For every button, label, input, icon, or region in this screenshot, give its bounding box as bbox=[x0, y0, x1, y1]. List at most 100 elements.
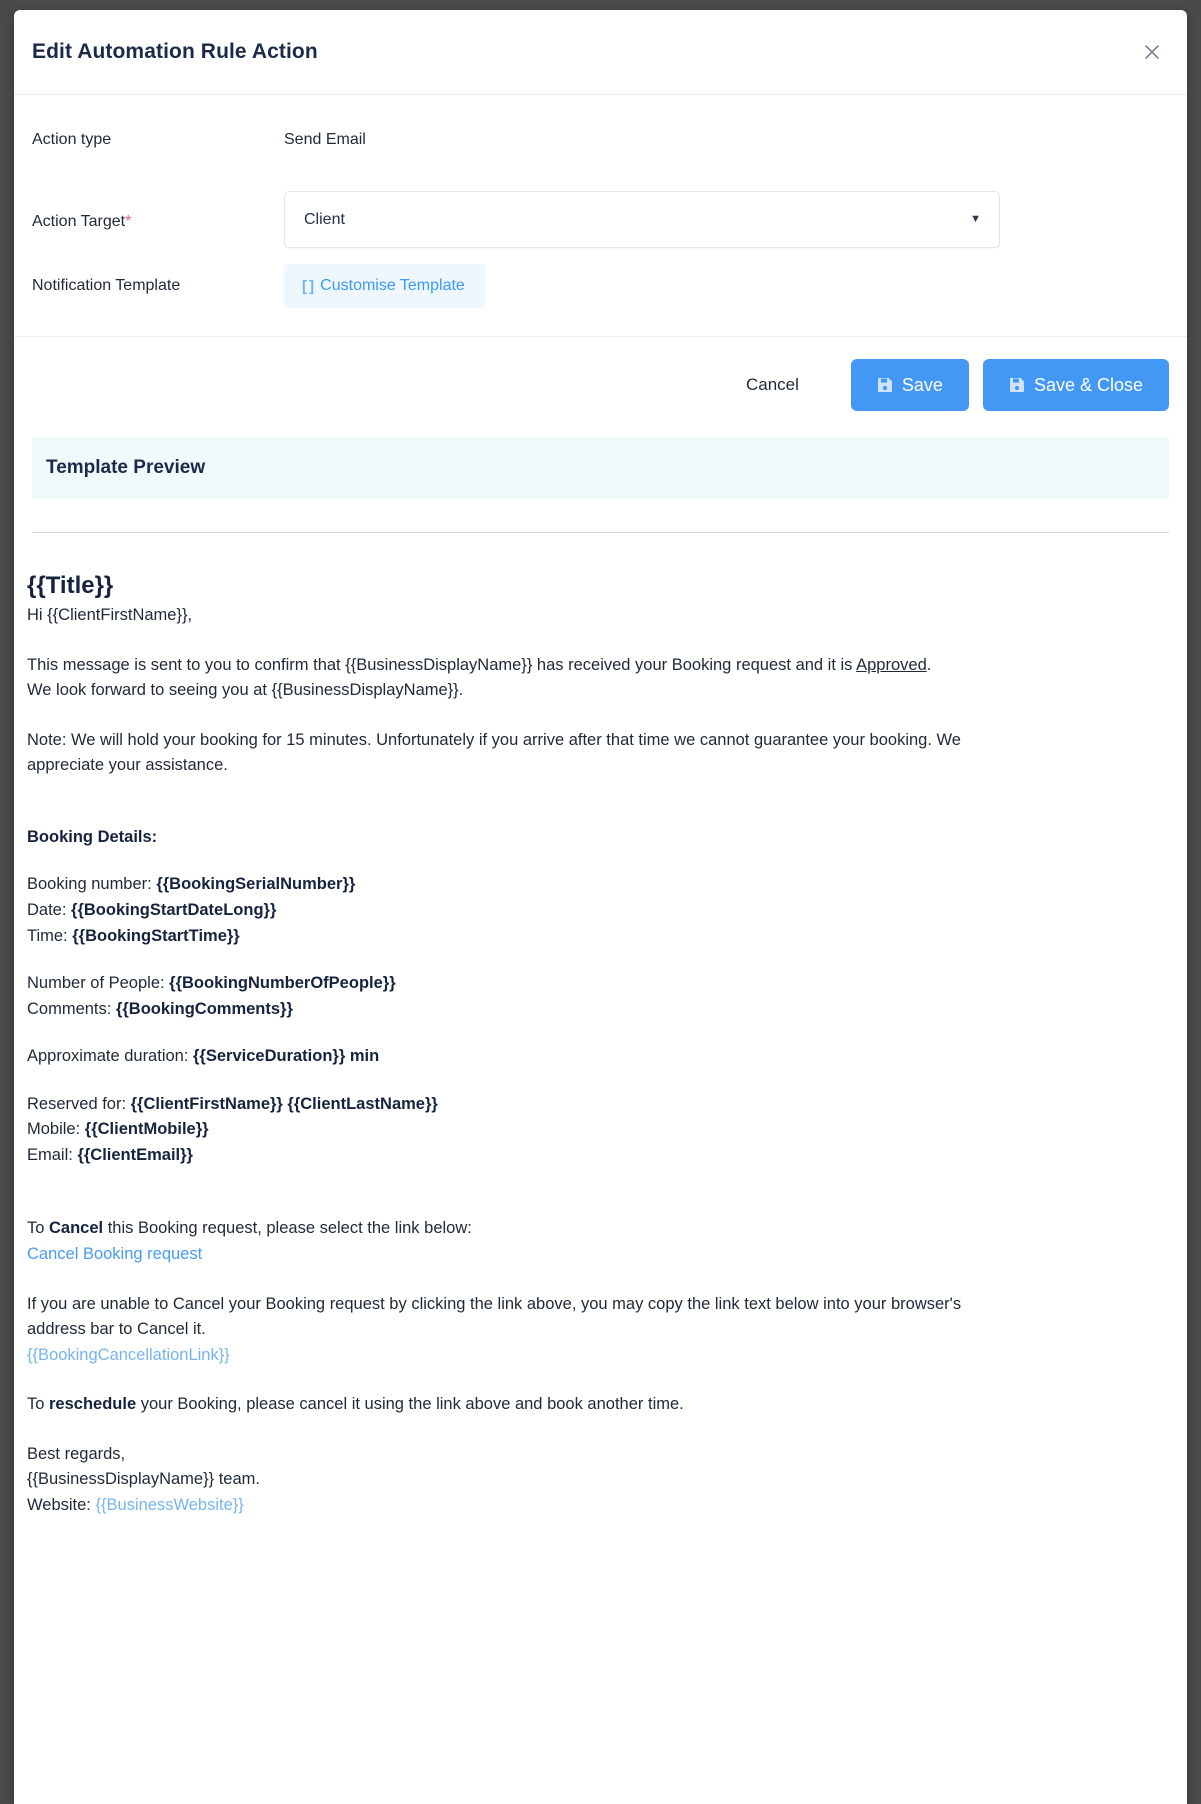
detail-label: Booking number: bbox=[27, 875, 157, 894]
detail-line: Comments: {{BookingComments}} bbox=[27, 997, 1169, 1023]
cancel-instruction-pre: To bbox=[27, 1219, 50, 1238]
save-button-label: Save bbox=[901, 374, 943, 395]
detail-line: Mobile: {{ClientMobile}} bbox=[27, 1117, 1169, 1143]
detail-value: {{BookingSerialNumber}} bbox=[156, 875, 356, 894]
modal-header: Edit Automation Rule Action bbox=[14, 10, 1187, 95]
email-intro-line2: We look forward to seeing you at {{Busin… bbox=[27, 681, 464, 700]
save-disk-icon bbox=[1009, 377, 1025, 393]
detail-label: Time: bbox=[27, 926, 73, 945]
action-type-value: Send Email bbox=[284, 131, 366, 148]
detail-line-duration: Approximate duration: {{ServiceDuration}… bbox=[27, 1044, 1169, 1070]
booking-details-heading: Booking Details: bbox=[27, 825, 1169, 851]
action-target-label-text: Action Target bbox=[32, 213, 126, 230]
brackets-icon: [ ] bbox=[302, 277, 314, 295]
detail-label: Reserved for: bbox=[27, 1094, 131, 1113]
detail-value: {{BookingStartDateLong}} bbox=[71, 900, 277, 919]
email-greeting: Hi {{ClientFirstName}}, bbox=[27, 606, 193, 624]
notification-template-label: Notification Template bbox=[32, 277, 181, 294]
cancel-booking-link-wrap: Cancel Booking request bbox=[27, 1242, 1169, 1268]
detail-value: {{ClientEmail}} bbox=[77, 1145, 193, 1164]
action-target-select[interactable]: Client ▼ bbox=[284, 191, 1000, 248]
save-disk-icon bbox=[877, 377, 893, 393]
action-target-label: Action Target* bbox=[32, 191, 284, 231]
detail-value: {{BookingStartTime}} bbox=[72, 926, 240, 945]
reschedule-instruction: To reschedule your Booking, please cance… bbox=[27, 1392, 1169, 1418]
form-row-action-target: Action Target* Client ▼ bbox=[32, 191, 1169, 248]
email-intro-period: . bbox=[926, 655, 932, 674]
cancel-booking-request-link[interactable]: Cancel Booking request bbox=[27, 1245, 202, 1263]
booking-details-heading-text: Booking Details: bbox=[27, 827, 158, 846]
booking-cancellation-link-token[interactable]: {{BookingCancellationLink}} bbox=[27, 1346, 230, 1364]
signoff: Best regards, bbox=[27, 1444, 126, 1463]
save-and-close-button[interactable]: Save & Close bbox=[982, 359, 1169, 411]
cancel-instruction-post: this Booking request, please select the … bbox=[103, 1219, 472, 1238]
email-intro: This message is sent to you to confirm t… bbox=[27, 653, 982, 679]
customise-template-label: Customise Template bbox=[320, 277, 465, 294]
cancel-instruction-bold: Cancel bbox=[49, 1219, 104, 1238]
detail-value: {{ClientFirstName}} {{ClientLastName}} bbox=[130, 1094, 438, 1113]
website-line: Website: {{BusinessWebsite}} bbox=[27, 1493, 1169, 1519]
copy-link-instructions: If you are unable to Cancel your Booking… bbox=[27, 1294, 962, 1339]
duration-value: {{ServiceDuration}} min bbox=[193, 1047, 380, 1066]
page-title: Edit Automation Rule Action bbox=[32, 40, 318, 63]
edit-automation-rule-action-modal: Edit Automation Rule Action Action type … bbox=[14, 10, 1187, 1804]
chevron-down-icon: ▼ bbox=[970, 213, 981, 225]
signoff-team: {{BusinessDisplayName}} team. bbox=[27, 1470, 260, 1489]
reschedule-pre: To bbox=[27, 1395, 50, 1414]
modal-actions: Cancel Save Save & Close bbox=[14, 337, 1187, 437]
detail-line: Number of People: {{BookingNumberOfPeopl… bbox=[27, 971, 1169, 997]
form-row-notification-template: Notification Template [ ] Customise Temp… bbox=[32, 264, 1169, 308]
email-preview-body: {{Title}} Hi {{ClientFirstName}}, This m… bbox=[14, 533, 1187, 1579]
template-preview-section: Template Preview bbox=[14, 437, 1187, 533]
email-intro-status: Approved bbox=[856, 655, 927, 674]
detail-line: Reserved for: {{ClientFirstName}} {{Clie… bbox=[27, 1092, 1169, 1118]
detail-label: Number of People: bbox=[27, 974, 170, 993]
detail-line: Booking number: {{BookingSerialNumber}} bbox=[27, 872, 1169, 898]
cancel-button[interactable]: Cancel bbox=[720, 363, 825, 407]
form-area: Action type Send Email Action Target* Cl… bbox=[14, 95, 1187, 337]
customise-template-button[interactable]: [ ] Customise Template bbox=[284, 264, 485, 308]
required-marker: * bbox=[125, 213, 132, 230]
email-title: {{Title}} bbox=[27, 572, 114, 599]
reschedule-post: your Booking, please cancel it using the… bbox=[136, 1395, 684, 1414]
detail-label: Mobile: bbox=[27, 1120, 85, 1139]
reschedule-bold: reschedule bbox=[49, 1395, 137, 1414]
email-intro-text: This message is sent to you to confirm t… bbox=[27, 655, 857, 674]
detail-line: Time: {{BookingStartTime}} bbox=[27, 924, 1169, 950]
close-icon[interactable] bbox=[1139, 39, 1165, 65]
action-type-label: Action type bbox=[32, 131, 112, 148]
detail-label: Comments: bbox=[27, 999, 116, 1018]
save-button[interactable]: Save bbox=[850, 359, 969, 411]
detail-label: Date: bbox=[27, 900, 72, 919]
cancel-instruction: To Cancel this Booking request, please s… bbox=[27, 1216, 1169, 1242]
business-website-token[interactable]: {{BusinessWebsite}} bbox=[95, 1496, 243, 1514]
duration-label: Approximate duration: bbox=[27, 1047, 194, 1066]
email-note: Note: We will hold your booking for 15 m… bbox=[27, 730, 961, 775]
form-row-action-type: Action type Send Email bbox=[32, 125, 1169, 169]
detail-value: {{BookingNumberOfPeople}} bbox=[169, 974, 396, 993]
screen: Edit Automation Rule Action Action type … bbox=[0, 0, 1201, 1804]
detail-line: Email: {{ClientEmail}} bbox=[27, 1143, 1169, 1169]
save-and-close-button-label: Save & Close bbox=[1033, 374, 1143, 395]
detail-value: {{BookingComments}} bbox=[115, 999, 293, 1018]
website-label: Website: bbox=[27, 1495, 96, 1514]
detail-value: {{ClientMobile}} bbox=[84, 1120, 209, 1139]
action-target-selected-value: Client bbox=[304, 210, 345, 228]
template-preview-header: Template Preview bbox=[32, 437, 1169, 499]
detail-line: Date: {{BookingStartDateLong}} bbox=[27, 898, 1169, 924]
cancellation-link-token-wrap: {{BookingCancellationLink}} bbox=[27, 1343, 1169, 1369]
detail-label: Email: bbox=[27, 1145, 78, 1164]
